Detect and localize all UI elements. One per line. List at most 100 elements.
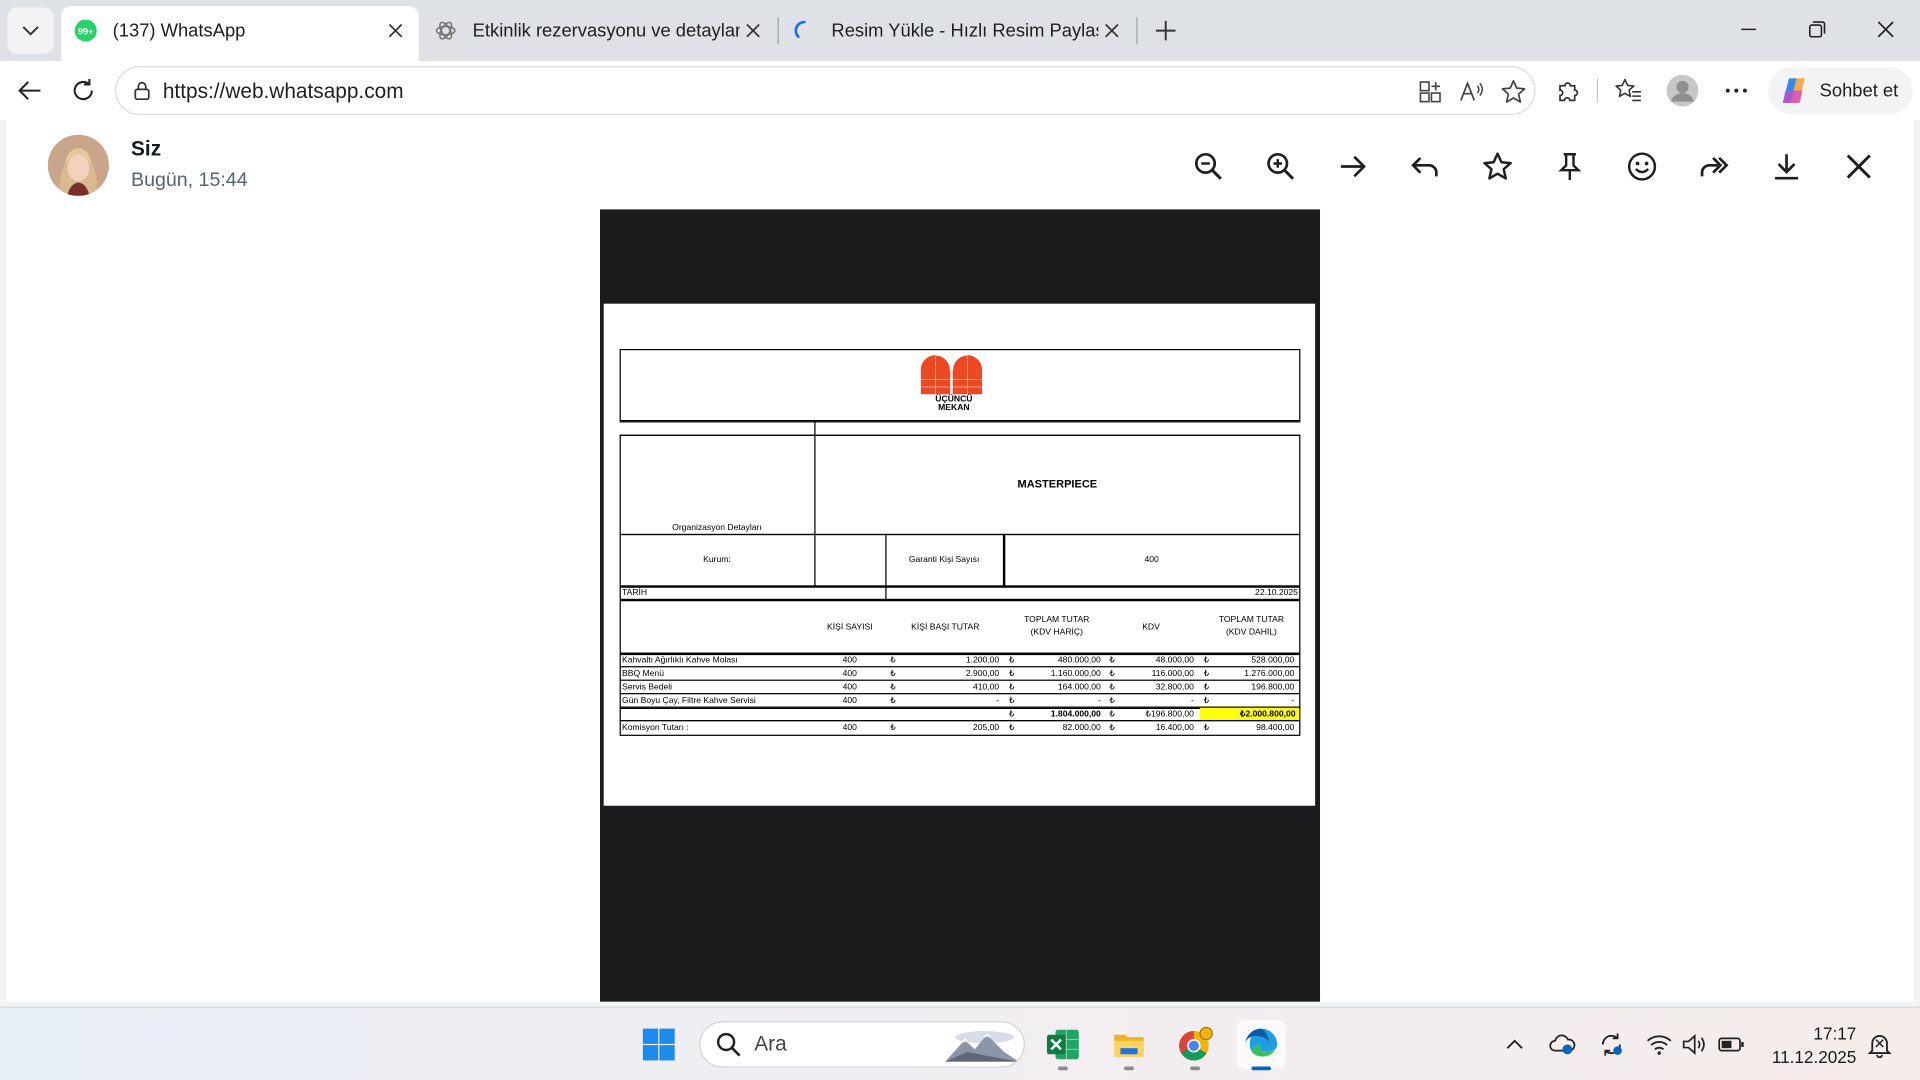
row-line: [619, 666, 1301, 668]
star-message-button[interactable]: [1476, 144, 1520, 188]
guarantee-label: Garanti Kişi Sayısı: [908, 555, 980, 565]
logo-text-bottom: MEKAN: [938, 404, 970, 413]
row-line: [619, 421, 1301, 423]
copilot-chat-button[interactable]: Sohbet et: [1768, 67, 1913, 114]
favorite-star-button[interactable]: [1498, 76, 1530, 108]
taskbar-chrome[interactable]: [1171, 1020, 1220, 1071]
search-icon: [716, 1032, 741, 1057]
taskbar-search[interactable]: Ara: [699, 1021, 1025, 1068]
back-button[interactable]: [10, 71, 49, 110]
copilot-icon: [1782, 78, 1805, 103]
app-available-button[interactable]: [1414, 76, 1446, 108]
currency-symbol: ₺: [1008, 669, 1015, 679]
chrome-icon: [1179, 1026, 1213, 1061]
refresh-button[interactable]: [64, 71, 103, 110]
row-line: [619, 693, 1301, 695]
total-excl: 1.804.000,00: [1050, 710, 1101, 719]
zoom-in-button[interactable]: [1259, 144, 1303, 188]
tab-actions-menu-button[interactable]: [7, 7, 54, 54]
item-name: Kahvaltı Ağırlıklı Kahve Molası: [622, 656, 738, 665]
profile-button[interactable]: [1663, 71, 1702, 110]
mekan-logo-icon: [920, 354, 983, 395]
row-line: [619, 679, 1301, 681]
item-people: 400: [842, 696, 857, 706]
start-button[interactable]: [634, 1020, 683, 1069]
show-hidden-icons-button[interactable]: [1501, 1031, 1528, 1058]
taskbar-excel[interactable]: [1038, 1020, 1087, 1071]
col-vat: KDV: [1142, 623, 1160, 632]
event-title: MASTERPIECE: [1017, 477, 1098, 490]
item-total-excl: 480.000,00: [1057, 656, 1101, 665]
tray-battery[interactable]: [1718, 1031, 1745, 1058]
new-tab-button[interactable]: [1146, 11, 1185, 50]
item-per-person: 1.200,00: [965, 656, 1000, 665]
go-to-message-button[interactable]: [1331, 144, 1375, 188]
tray-volume[interactable]: [1681, 1031, 1708, 1058]
item-vat: 48.000,00: [1155, 656, 1194, 665]
total-vat: ₺196.800,00: [1145, 710, 1194, 719]
notification-badge: 99+: [78, 26, 94, 36]
sync-icon: [1601, 1033, 1622, 1056]
taskbar-edge[interactable]: [1236, 1020, 1286, 1071]
currency-symbol: ₺: [1109, 683, 1115, 692]
currency-symbol: ₺: [1109, 669, 1115, 679]
address-bar[interactable]: https://web.whatsapp.com: [115, 66, 1536, 116]
tab-title: Resim Yükle - Hızlı Resim Paylaş - İ: [831, 20, 1099, 42]
restore-button[interactable]: [1783, 0, 1852, 59]
react-button[interactable]: [1620, 144, 1664, 188]
tab-whatsapp[interactable]: 99+ (137) WhatsApp: [61, 6, 419, 62]
currency-symbol: ₺: [1008, 696, 1015, 706]
tab-close-button[interactable]: [740, 17, 767, 44]
col-total-incl-note: (KDV DAHİL): [1225, 628, 1277, 637]
search-placeholder: Ara: [754, 1032, 787, 1056]
sender-avatar[interactable]: [47, 134, 109, 196]
item-per-person: 2.900,00: [965, 669, 1000, 679]
screen: 99+ (137) WhatsApp Etkinlik rezervasyonu…: [0, 0, 1920, 1080]
battery-icon: [1718, 1037, 1744, 1052]
tab-chatgpt[interactable]: Etkinlik rezervasyonu ve detaylar: [421, 6, 776, 55]
commission-total-incl: 98.400,00: [1256, 723, 1295, 733]
windows-taskbar: Ara 17:17 11.12.2025: [0, 1006, 1920, 1080]
item-people: 400: [842, 656, 857, 665]
forward-button[interactable]: [1692, 144, 1736, 188]
item-name: Servis Bedeli: [622, 683, 673, 692]
taskbar-file-explorer[interactable]: [1104, 1020, 1153, 1071]
download-button[interactable]: [1765, 144, 1809, 188]
item-total-incl: -: [1291, 696, 1295, 706]
close-icon: [746, 23, 760, 38]
commission-per-person: 205,00: [972, 723, 1000, 733]
reply-button[interactable]: [1403, 144, 1447, 188]
item-total-incl: 528.000,00: [1251, 656, 1295, 665]
col-total-incl: TOPLAM TUTAR: [1218, 615, 1285, 625]
tray-sync[interactable]: [1598, 1031, 1625, 1058]
tab-close-button[interactable]: [382, 17, 409, 44]
favorites-button[interactable]: [1609, 71, 1648, 110]
system-clock[interactable]: 17:17 11.12.2025: [1758, 1022, 1857, 1069]
pin-button[interactable]: [1548, 144, 1592, 188]
settings-more-button[interactable]: [1717, 71, 1756, 110]
search-highlight-mountains-icon: [945, 1031, 1019, 1062]
tray-wifi[interactable]: [1646, 1031, 1673, 1058]
url-text[interactable]: https://web.whatsapp.com: [163, 80, 404, 104]
apps-grid-icon: [1419, 81, 1441, 103]
date-row: [619, 586, 1301, 601]
close-viewer-button[interactable]: [1837, 144, 1881, 188]
read-aloud-button[interactable]: [1456, 76, 1488, 108]
media-image[interactable]: ÜÇÜNCÜ MEKAN Organizasyon Detayları MAST…: [600, 209, 1321, 1002]
commission-vat: 16.400,00: [1155, 723, 1194, 733]
wifi-icon: [1646, 1035, 1672, 1055]
puzzle-piece-icon: [1559, 82, 1579, 102]
item-total-incl: 1.276.000,00: [1244, 669, 1295, 679]
notifications-button[interactable]: [1866, 1031, 1893, 1058]
minimize-button[interactable]: [1714, 0, 1783, 59]
zoom-out-icon: [1194, 152, 1222, 180]
tray-onedrive[interactable]: [1549, 1031, 1576, 1058]
tab-image-upload[interactable]: Resim Yükle - Hızlı Resim Paylaş - İ: [780, 6, 1135, 55]
plus-icon: [1155, 20, 1176, 41]
tab-close-button[interactable]: [1098, 17, 1125, 44]
extensions-button[interactable]: [1549, 71, 1588, 110]
edge-icon: [1245, 1028, 1278, 1057]
close-window-button[interactable]: [1851, 0, 1920, 59]
openai-icon: [435, 21, 456, 40]
zoom-out-button[interactable]: [1187, 144, 1231, 188]
